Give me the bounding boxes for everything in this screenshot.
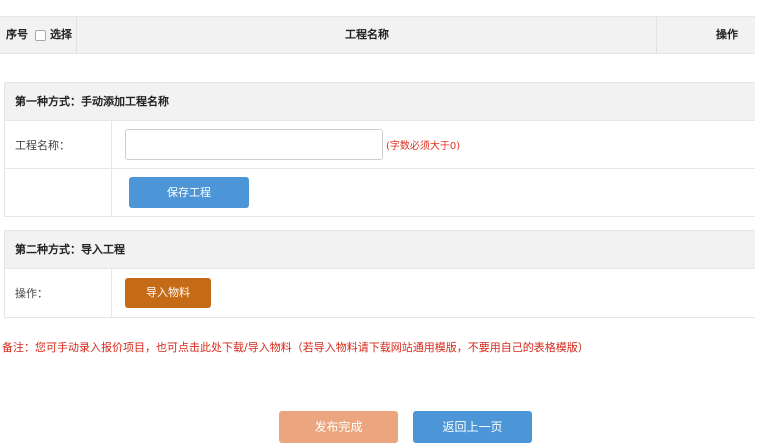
save-project-button[interactable]: 保存工程 xyxy=(129,177,249,208)
col-select-header: 选择 xyxy=(50,28,72,41)
import-materials-button[interactable]: 导入物料 xyxy=(125,278,211,308)
project-name-label: 工程名称： xyxy=(5,121,112,168)
project-list-header: 序号 选择 工程名称 操作 xyxy=(0,16,755,54)
import-row-body: 导入物料 xyxy=(113,269,755,317)
publish-complete-button[interactable]: 发布完成 xyxy=(279,411,398,443)
col-index-header: 序号 xyxy=(6,28,28,41)
save-row-body: 保存工程 xyxy=(113,169,755,216)
manual-add-panel: 第一种方式：手动添加工程名称 工程名称： (字数必须大于0) 保存工程 xyxy=(4,82,755,217)
import-panel: 第二种方式：导入工程 操作： 导入物料 xyxy=(4,230,755,318)
project-name-body: (字数必须大于0) xyxy=(113,121,755,168)
import-title: 第二种方式：导入工程 xyxy=(5,231,755,269)
select-all-checkbox[interactable] xyxy=(35,30,46,41)
download-import-note[interactable]: 备注：您可手动录入报价项目，也可点击此处下载/导入物料（若导入物料请下载网站通用… xyxy=(2,339,589,355)
project-name-hint: (字数必须大于0) xyxy=(386,141,461,152)
col-action-header: 操作 xyxy=(716,28,738,41)
save-row: 保存工程 xyxy=(5,169,755,216)
import-row: 操作： 导入物料 xyxy=(5,269,755,317)
back-button[interactable]: 返回上一页 xyxy=(413,411,532,443)
import-action-label: 操作： xyxy=(5,269,112,317)
column-divider xyxy=(76,17,77,53)
project-name-input[interactable] xyxy=(125,129,383,160)
save-row-label xyxy=(5,169,112,216)
project-name-row: 工程名称： (字数必须大于0) xyxy=(5,121,755,169)
column-divider xyxy=(656,17,657,53)
manual-add-title: 第一种方式：手动添加工程名称 xyxy=(5,83,755,121)
col-name-header: 工程名称 xyxy=(345,28,389,41)
